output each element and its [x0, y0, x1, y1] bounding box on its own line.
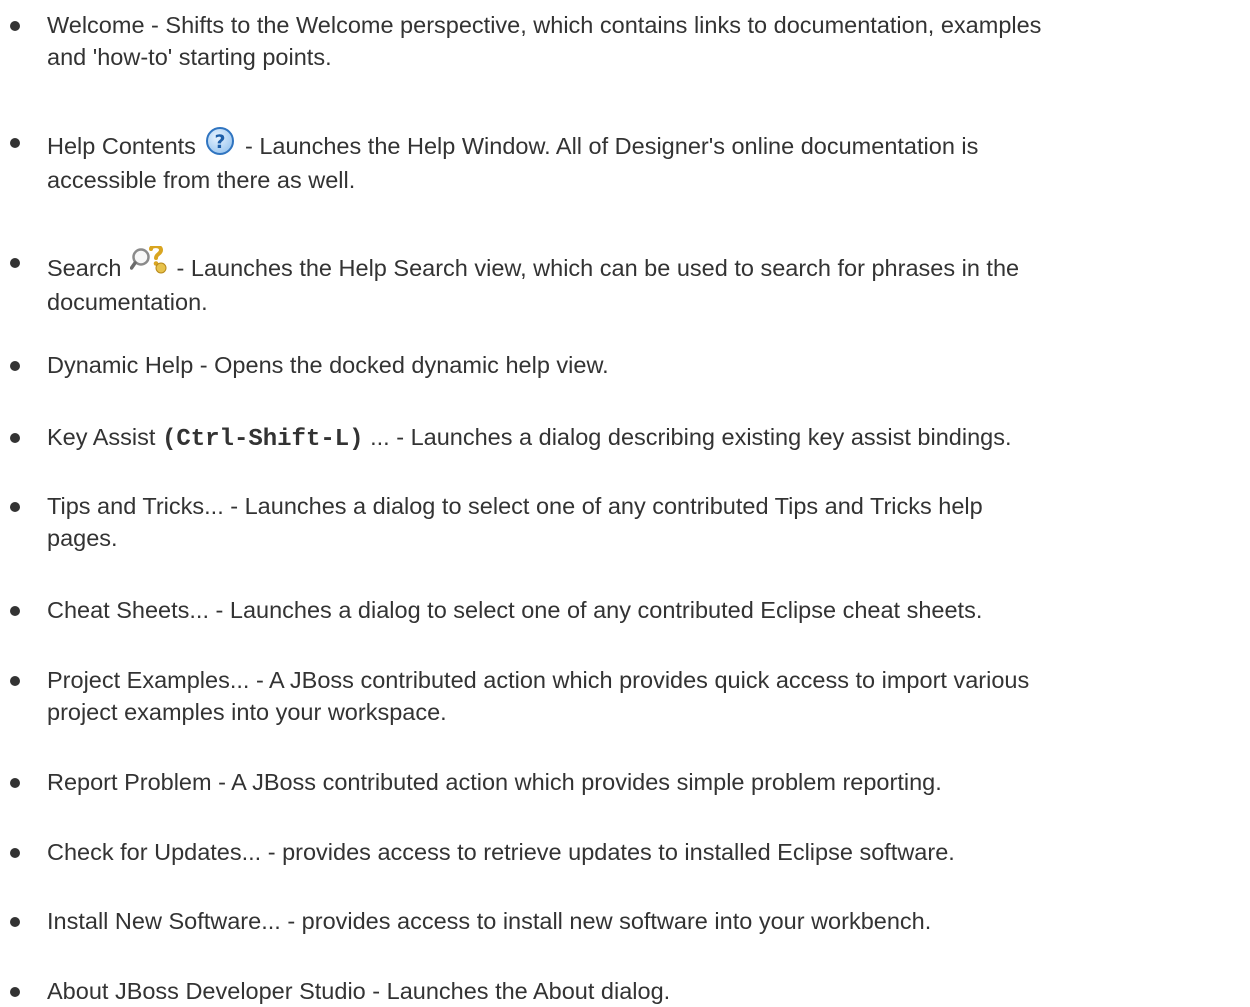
item-description: - Launches the Help Search view, which c… [176, 255, 1020, 281]
bullet [10, 778, 20, 788]
keyboard-shortcut: (Ctrl-Shift-L) [161, 426, 364, 453]
item-text-line-1: Key Assist (Ctrl-Shift-L) ... - Launches… [47, 421, 1247, 456]
list-item-tips-and-tricks: Tips and Tricks... - Launches a dialog t… [10, 490, 1247, 554]
bullet [10, 502, 20, 512]
svg-text:?: ? [215, 131, 226, 153]
item-text-line-1: Install New Software... - provides acces… [47, 908, 932, 934]
list-item-check-for-updates: Check for Updates... - provides access t… [10, 836, 1247, 868]
item-text-line-2: pages. [47, 525, 118, 551]
bullet [10, 361, 20, 371]
item-text-line-1: Cheat Sheets... - Launches a dialog to s… [47, 597, 983, 623]
bullet [10, 433, 20, 443]
bullet [10, 987, 20, 997]
item-text-line-1: Tips and Tricks... - Launches a dialog t… [47, 493, 983, 519]
item-text-line-1: Dynamic Help - Opens the docked dynamic … [47, 352, 609, 378]
item-text-line-1: Search - Launches the Help Search view, … [47, 244, 1247, 286]
list-item-cheat-sheets: Cheat Sheets... - Launches a dialog to s… [10, 594, 1247, 626]
list-item-welcome: Welcome - Shifts to the Welcome perspect… [10, 9, 1247, 73]
item-text-line-1: Report Problem - A JBoss contributed act… [47, 769, 942, 795]
item-text-line-2: accessible from there as well. [47, 167, 356, 193]
list-item-about-jboss-developer-studio: About JBoss Developer Studio - Launches … [10, 975, 1247, 1007]
bullet [10, 917, 20, 927]
item-text-line-2: and 'how-to' starting points. [47, 44, 332, 70]
item-title: Help Contents [47, 133, 196, 159]
bullet [10, 848, 20, 858]
bullet [10, 606, 20, 616]
bullet [10, 138, 20, 148]
bullet [10, 258, 20, 268]
item-text-line-1: Check for Updates... - provides access t… [47, 839, 955, 865]
item-text-line-1: Welcome - Shifts to the Welcome perspect… [47, 12, 1042, 38]
help-search-icon [129, 244, 168, 286]
item-title: Key Assist [47, 424, 156, 450]
list-item-project-examples: Project Examples... - A JBoss contribute… [10, 664, 1247, 728]
list-item-dynamic-help: Dynamic Help - Opens the docked dynamic … [10, 349, 1247, 381]
item-text-line-1: Project Examples... - A JBoss contribute… [47, 667, 1030, 693]
help-question-icon: ? [204, 126, 236, 164]
bullet [10, 21, 20, 31]
item-text-line-2: project examples into your workspace. [47, 699, 447, 725]
bullet [10, 676, 20, 686]
list-item-help-contents: Help Contents ? - Launches the Help Wind… [10, 126, 1247, 196]
list-item-search: Search - Launches the Help Search view, … [10, 244, 1247, 318]
item-text-line-2: documentation. [47, 289, 208, 315]
list-item-key-assist: Key Assist (Ctrl-Shift-L) ... - Launches… [10, 421, 1247, 456]
list-item-report-problem: Report Problem - A JBoss contributed act… [10, 766, 1247, 798]
item-description: - Launches the Help Window. All of Desig… [244, 133, 979, 159]
item-description: ... - Launches a dialog describing exist… [370, 424, 1012, 450]
item-text-line-1: Help Contents ? - Launches the Help Wind… [47, 126, 1247, 164]
list-item-install-new-software: Install New Software... - provides acces… [10, 905, 1247, 937]
item-title: Search [47, 255, 122, 281]
item-text-line-1: About JBoss Developer Studio - Launches … [47, 978, 671, 1004]
